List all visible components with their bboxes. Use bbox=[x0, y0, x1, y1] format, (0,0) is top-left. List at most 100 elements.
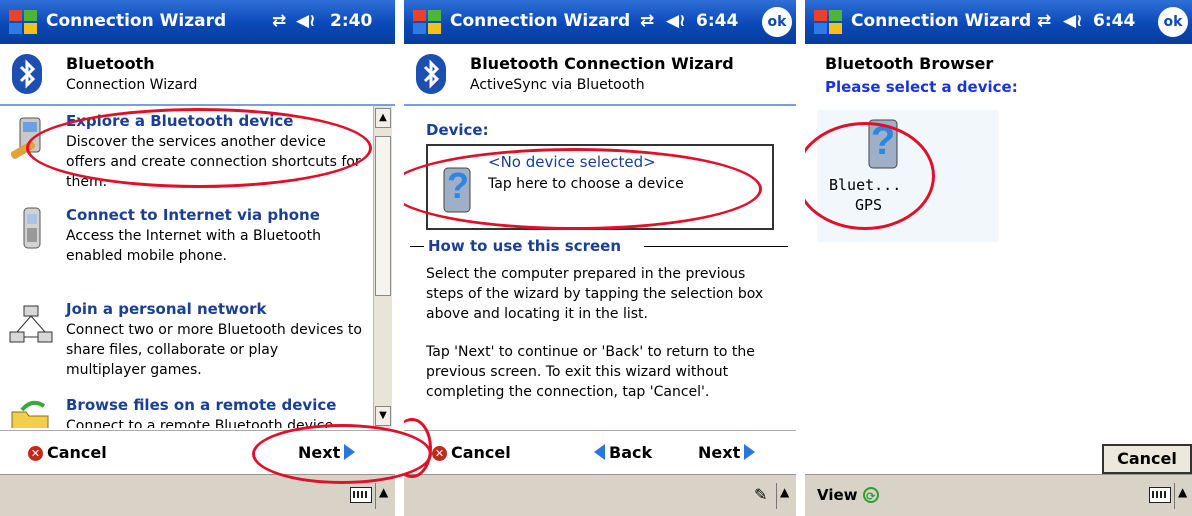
item-title: Browse files on a remote device bbox=[66, 396, 337, 414]
ok-button[interactable]: ok bbox=[762, 7, 792, 37]
screen-connection-wizard-menu: Connection Wizard ⇄ ◀︎≀ 2:40 Bluetooth C… bbox=[0, 0, 395, 516]
device-value: <No device selected> bbox=[488, 153, 656, 171]
pen-input-icon[interactable]: ✎ bbox=[754, 485, 767, 504]
page-header: Bluetooth Connection Wizard ActiveSync v… bbox=[404, 44, 796, 104]
clock[interactable]: 6:44 bbox=[1093, 11, 1135, 31]
screen-bluetooth-connection-wizard: Connection Wizard ⇄ ◀︎≀ 6:44 ok Bluetoot… bbox=[404, 0, 796, 516]
arrow-right-icon bbox=[344, 444, 356, 460]
howto-section-header: How to use this screen bbox=[410, 237, 788, 257]
scroll-down-icon[interactable]: ▼ bbox=[375, 406, 391, 426]
cancel-label: Cancel bbox=[451, 443, 511, 462]
bluetooth-device-icon bbox=[10, 117, 41, 159]
item-description: Discover the services another device off… bbox=[66, 134, 361, 190]
svg-text:?: ? bbox=[447, 165, 469, 206]
screen-bluetooth-browser: Connection Wizard ⇄ ◀︎≀ 6:44 ok Bluetoot… bbox=[805, 0, 1192, 516]
unknown-device-icon: ? bbox=[868, 119, 898, 169]
volume-icon[interactable]: ◀︎≀ bbox=[666, 11, 685, 31]
header-divider bbox=[404, 104, 796, 106]
folder-sync-icon bbox=[11, 400, 49, 428]
sip-up-arrow-icon[interactable]: ▲ bbox=[780, 485, 789, 499]
title-bar: Connection Wizard ⇄ ◀︎≀ 6:44 ok bbox=[404, 0, 796, 44]
page-subtitle: ActiveSync via Bluetooth bbox=[470, 77, 645, 93]
sip-up-arrow-icon[interactable]: ▲ bbox=[1178, 485, 1187, 499]
cancel-icon: ✕ bbox=[432, 446, 447, 461]
wizard-button-bar: ✕ Cancel Back Next bbox=[404, 430, 796, 475]
network-icon bbox=[9, 305, 53, 343]
item-title: Join a personal network bbox=[66, 300, 267, 318]
item-description: Connect two or more Bluetooth devices to… bbox=[66, 322, 362, 378]
menu-separator bbox=[1174, 483, 1175, 509]
device-type: GPS bbox=[855, 196, 883, 214]
instructions-paragraph-1: Select the computer prepared in the prev… bbox=[426, 266, 764, 322]
list-item-internet-via-phone[interactable]: Connect to Internet via phone Access the… bbox=[0, 206, 372, 286]
select-device-prompt: Please select a device: bbox=[825, 78, 1018, 96]
next-button[interactable]: Next bbox=[298, 443, 356, 462]
clock[interactable]: 2:40 bbox=[330, 11, 372, 31]
sip-up-arrow-icon[interactable]: ▲ bbox=[379, 485, 388, 499]
cancel-button[interactable]: ✕ Cancel bbox=[28, 443, 107, 462]
unknown-device-icon: ? bbox=[443, 165, 471, 213]
page-subtitle: Connection Wizard bbox=[66, 77, 198, 93]
device-name: Bluet... bbox=[829, 176, 902, 194]
next-label: Next bbox=[698, 443, 741, 462]
mobile-phone-icon bbox=[23, 207, 41, 249]
page-header: Bluetooth Connection Wizard bbox=[0, 44, 395, 104]
cancel-button[interactable]: ✕ Cancel bbox=[432, 443, 511, 462]
window-title: Connection Wizard bbox=[450, 11, 631, 31]
cancel-label: Cancel bbox=[47, 443, 107, 462]
item-description: Connect to a remote Bluetooth device bbox=[66, 418, 334, 428]
vertical-scrollbar[interactable]: ▲ ▼ bbox=[373, 106, 392, 428]
back-button[interactable]: Back bbox=[594, 443, 652, 462]
svg-text:?: ? bbox=[871, 119, 895, 163]
menu-separator bbox=[776, 483, 777, 509]
next-button[interactable]: Next bbox=[698, 443, 756, 462]
list-item-explore[interactable]: Explore a Bluetooth device Discover the … bbox=[0, 112, 372, 202]
arrow-right-icon bbox=[744, 444, 756, 460]
connectivity-icon[interactable]: ⇄ bbox=[640, 11, 654, 31]
connectivity-icon[interactable]: ⇄ bbox=[272, 11, 286, 31]
list-item-personal-network[interactable]: Join a personal network Connect two or m… bbox=[0, 300, 372, 390]
list-item-browse-files[interactable]: Browse files on a remote device Connect … bbox=[0, 396, 372, 428]
bluetooth-icon bbox=[12, 54, 42, 94]
windows-start-icon[interactable] bbox=[811, 7, 845, 37]
instructions-paragraph-2: Tap 'Next' to continue or 'Back' to retu… bbox=[426, 344, 755, 400]
cancel-button[interactable]: Cancel bbox=[1102, 444, 1192, 474]
view-menu[interactable]: View ⟳ bbox=[817, 486, 879, 504]
bluetooth-icon bbox=[416, 54, 446, 94]
windows-start-icon[interactable] bbox=[410, 7, 444, 37]
item-description: Access the Internet with a Bluetooth ena… bbox=[66, 228, 321, 264]
page-title: Bluetooth bbox=[66, 54, 155, 73]
scroll-thumb[interactable] bbox=[375, 136, 391, 296]
device-label: Device: bbox=[426, 121, 489, 139]
back-label: Back bbox=[609, 443, 653, 462]
keyboard-icon[interactable] bbox=[350, 487, 372, 503]
volume-icon[interactable]: ◀︎≀ bbox=[296, 11, 315, 31]
window-title: Connection Wizard bbox=[46, 11, 227, 31]
scroll-up-icon[interactable]: ▲ bbox=[375, 108, 391, 128]
howto-title: How to use this screen bbox=[428, 237, 622, 255]
wizard-options-list: Explore a Bluetooth device Discover the … bbox=[0, 106, 372, 428]
next-label: Next bbox=[298, 443, 341, 462]
volume-icon[interactable]: ◀︎≀ bbox=[1063, 11, 1082, 31]
device-hint: Tap here to choose a device bbox=[488, 176, 684, 192]
page-title: Bluetooth Connection Wizard bbox=[470, 54, 734, 73]
device-selector[interactable]: ? <No device selected> Tap here to choos… bbox=[426, 144, 774, 230]
title-bar: Connection Wizard ⇄ ◀︎≀ 2:40 bbox=[0, 0, 395, 44]
menu-bar: View ⟳ ▲ bbox=[805, 474, 1192, 516]
clock[interactable]: 6:44 bbox=[696, 11, 738, 31]
windows-start-icon[interactable] bbox=[6, 7, 40, 37]
device-tile-gps[interactable]: ? Bluet... GPS bbox=[817, 110, 999, 242]
item-title: Explore a Bluetooth device bbox=[66, 112, 294, 130]
wizard-button-bar: ✕ Cancel Next bbox=[0, 430, 395, 475]
refresh-icon[interactable]: ⟳ bbox=[862, 487, 879, 503]
browser-title: Bluetooth Browser bbox=[825, 54, 994, 73]
divider-line bbox=[644, 246, 788, 247]
view-label: View bbox=[817, 486, 858, 504]
menu-bar: ▲ bbox=[0, 474, 395, 516]
title-bar: Connection Wizard ⇄ ◀︎≀ 6:44 ok bbox=[805, 0, 1192, 44]
item-title: Connect to Internet via phone bbox=[66, 206, 320, 224]
menu-separator bbox=[375, 483, 376, 509]
keyboard-icon[interactable] bbox=[1149, 487, 1171, 503]
ok-button[interactable]: ok bbox=[1158, 7, 1188, 37]
connectivity-icon[interactable]: ⇄ bbox=[1037, 11, 1051, 31]
